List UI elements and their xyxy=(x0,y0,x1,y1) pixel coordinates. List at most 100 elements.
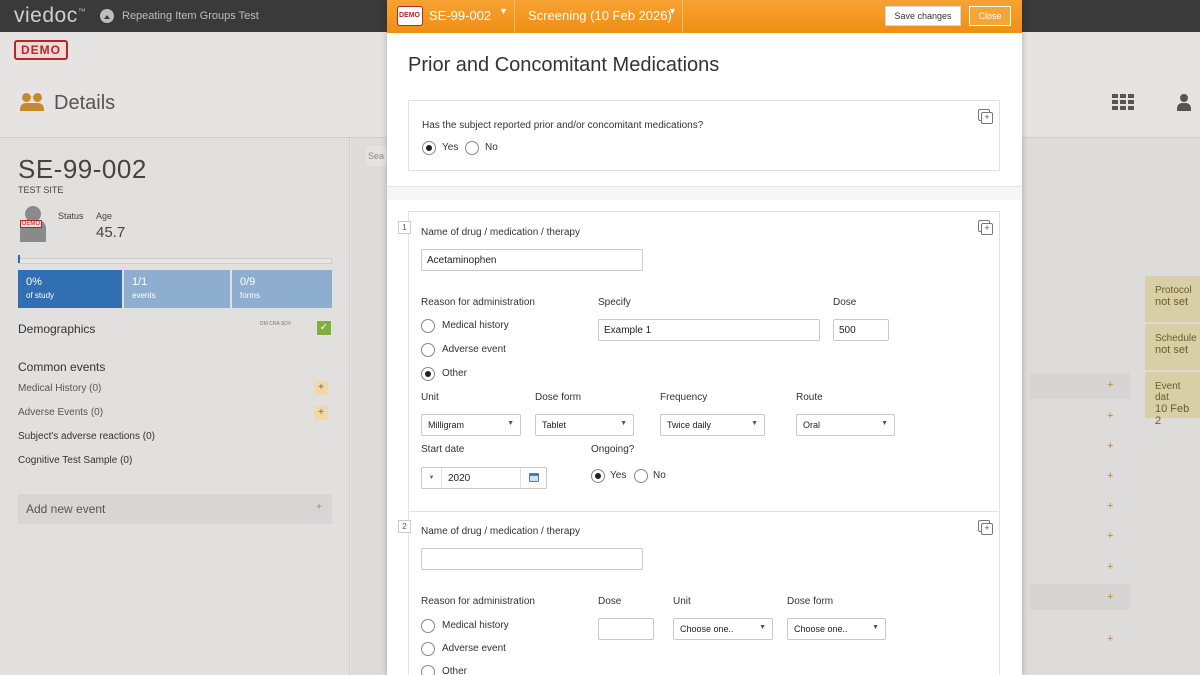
radio-adverse-event[interactable] xyxy=(421,343,435,357)
subject-avatar: DEMO xyxy=(18,206,48,242)
copy-icon[interactable] xyxy=(978,520,993,535)
start-date-field[interactable]: ▼ 2020 xyxy=(421,467,547,489)
bg-add-icon[interactable]: + xyxy=(1107,379,1113,391)
add-adverse-event-button[interactable]: + xyxy=(314,406,328,420)
drug-name-field[interactable] xyxy=(421,548,643,570)
dose-form-select[interactable]: Choose one.. ▼ xyxy=(787,618,886,640)
separator xyxy=(514,0,515,33)
common-event-medical-history[interactable]: Medical History (0) xyxy=(18,383,101,394)
modal-header-bar: DEMO SE-99-002 ▼ Screening (10 Feb 2026)… xyxy=(387,0,1022,33)
common-event-adverse-events[interactable]: Adverse Events (0) xyxy=(18,407,103,418)
dose-label: Dose xyxy=(833,297,857,308)
save-changes-button[interactable]: Save changes xyxy=(885,6,961,26)
add-new-event-button[interactable]: Add new event + xyxy=(18,494,332,524)
bg-add-icon[interactable]: + xyxy=(1107,470,1113,482)
copy-icon[interactable] xyxy=(978,220,993,235)
radio-no[interactable] xyxy=(465,141,479,155)
bg-add-icon[interactable]: + xyxy=(1107,633,1113,645)
event-selector[interactable]: Screening (10 Feb 2026) xyxy=(528,8,672,23)
bg-add-icon[interactable]: + xyxy=(1107,591,1113,603)
unit-value: Milligram xyxy=(428,420,464,430)
reason-label: Reason for administration xyxy=(421,596,535,607)
calendar-button[interactable] xyxy=(520,468,546,488)
unit-select[interactable]: Choose one.. ▼ xyxy=(673,618,773,640)
progress-marker xyxy=(18,255,20,263)
stat-value: 1/1 xyxy=(132,276,148,288)
bg-add-icon[interactable]: + xyxy=(1107,410,1113,422)
dose-field[interactable]: 500 xyxy=(833,319,889,341)
common-events-title: Common events xyxy=(18,360,106,374)
separator xyxy=(682,0,683,33)
subject-selector[interactable]: SE-99-002 xyxy=(429,8,491,23)
drug-name-field[interactable]: Acetaminophen xyxy=(421,249,643,271)
other-label: Other xyxy=(442,368,468,379)
dose-form-value: Choose one.. xyxy=(794,624,848,634)
dose-label: Dose xyxy=(598,596,622,607)
chevron-down-icon: ▼ xyxy=(620,420,627,427)
bg-form-row xyxy=(1030,584,1130,610)
specify-field[interactable]: Example 1 xyxy=(598,319,820,341)
radio-medical-history[interactable] xyxy=(421,619,435,633)
card-line2: 10 Feb 2 xyxy=(1155,403,1190,427)
check-icon: ✓ xyxy=(317,321,331,335)
apps-grid-icon[interactable] xyxy=(1112,94,1134,112)
bg-add-icon[interactable]: + xyxy=(1107,530,1113,542)
home-icon[interactable] xyxy=(100,9,114,23)
stat-label: forms xyxy=(240,291,260,300)
avatar-demo-tag: DEMO xyxy=(20,220,42,228)
stat-value: 0% xyxy=(26,276,42,288)
item-index-2: 2 xyxy=(398,520,411,533)
study-name: Repeating Item Groups Test xyxy=(122,10,259,22)
radio-ongoing-yes[interactable] xyxy=(591,469,605,483)
start-date-label: Start date xyxy=(421,444,465,455)
common-event-cognitive-test[interactable]: Cognitive Test Sample (0) xyxy=(18,455,132,466)
radio-yes[interactable] xyxy=(422,141,436,155)
user-settings-icon[interactable] xyxy=(1176,94,1192,112)
dose-field[interactable] xyxy=(598,618,654,640)
bg-add-icon[interactable]: + xyxy=(1107,561,1113,573)
frequency-select[interactable]: Twice daily ▼ xyxy=(660,414,765,436)
card-line2: not set xyxy=(1155,344,1189,356)
close-button[interactable]: Close xyxy=(969,6,1011,26)
radio-other[interactable] xyxy=(421,665,435,675)
bg-add-icon[interactable]: + xyxy=(1107,440,1113,452)
adverse-event-label: Adverse event xyxy=(442,344,506,355)
radio-medical-history[interactable] xyxy=(421,319,435,333)
radio-adverse-event[interactable] xyxy=(421,642,435,656)
add-medical-history-button[interactable]: + xyxy=(314,381,328,395)
chevron-down-icon[interactable]: ▼ xyxy=(499,6,508,16)
frequency-value: Twice daily xyxy=(667,420,712,430)
ongoing-label: Ongoing? xyxy=(591,444,635,455)
add-new-event-label: Add new event xyxy=(26,502,106,516)
stat-study-progress: 0% of study xyxy=(18,270,122,308)
event-date-card: Event dat 10 Feb 2 xyxy=(1145,372,1200,427)
radio-other[interactable] xyxy=(421,367,435,381)
card-line1: Protocol xyxy=(1155,285,1192,296)
viedoc-logo[interactable]: viedoc™ xyxy=(14,4,86,28)
section-separator xyxy=(387,186,1022,200)
copy-icon[interactable] xyxy=(978,109,993,124)
route-select[interactable]: Oral ▼ xyxy=(796,414,895,436)
bg-add-icon[interactable]: + xyxy=(1107,500,1113,512)
radio-ongoing-no[interactable] xyxy=(634,469,648,483)
chevron-down-icon[interactable]: ▼ xyxy=(668,6,677,16)
demo-subject-icon: DEMO xyxy=(397,6,423,26)
dose-form-select[interactable]: Tablet ▼ xyxy=(535,414,634,436)
details-heading: Details xyxy=(20,92,115,115)
bg-form-row xyxy=(1030,373,1130,399)
medical-history-label: Medical history xyxy=(442,320,509,331)
demographics-link[interactable]: Demographics xyxy=(18,322,95,336)
age-value: 45.7 xyxy=(96,224,126,241)
drug-name-label: Name of drug / medication / therapy xyxy=(421,227,580,238)
common-event-adverse-reactions[interactable]: Subject's adverse reactions (0) xyxy=(18,431,155,442)
start-date-value: 2020 xyxy=(448,473,471,484)
chevron-down-icon: ▼ xyxy=(507,420,514,427)
chevron-down-icon[interactable]: ▼ xyxy=(422,468,442,488)
unit-value: Choose one.. xyxy=(680,624,734,634)
unit-select[interactable]: Milligram ▼ xyxy=(421,414,521,436)
demographics-status-icons: DM CRA SDV xyxy=(260,321,292,327)
age-label: Age xyxy=(96,211,113,221)
route-label: Route xyxy=(796,392,823,403)
unit-label: Unit xyxy=(673,596,691,607)
status-label: Status xyxy=(58,211,84,221)
